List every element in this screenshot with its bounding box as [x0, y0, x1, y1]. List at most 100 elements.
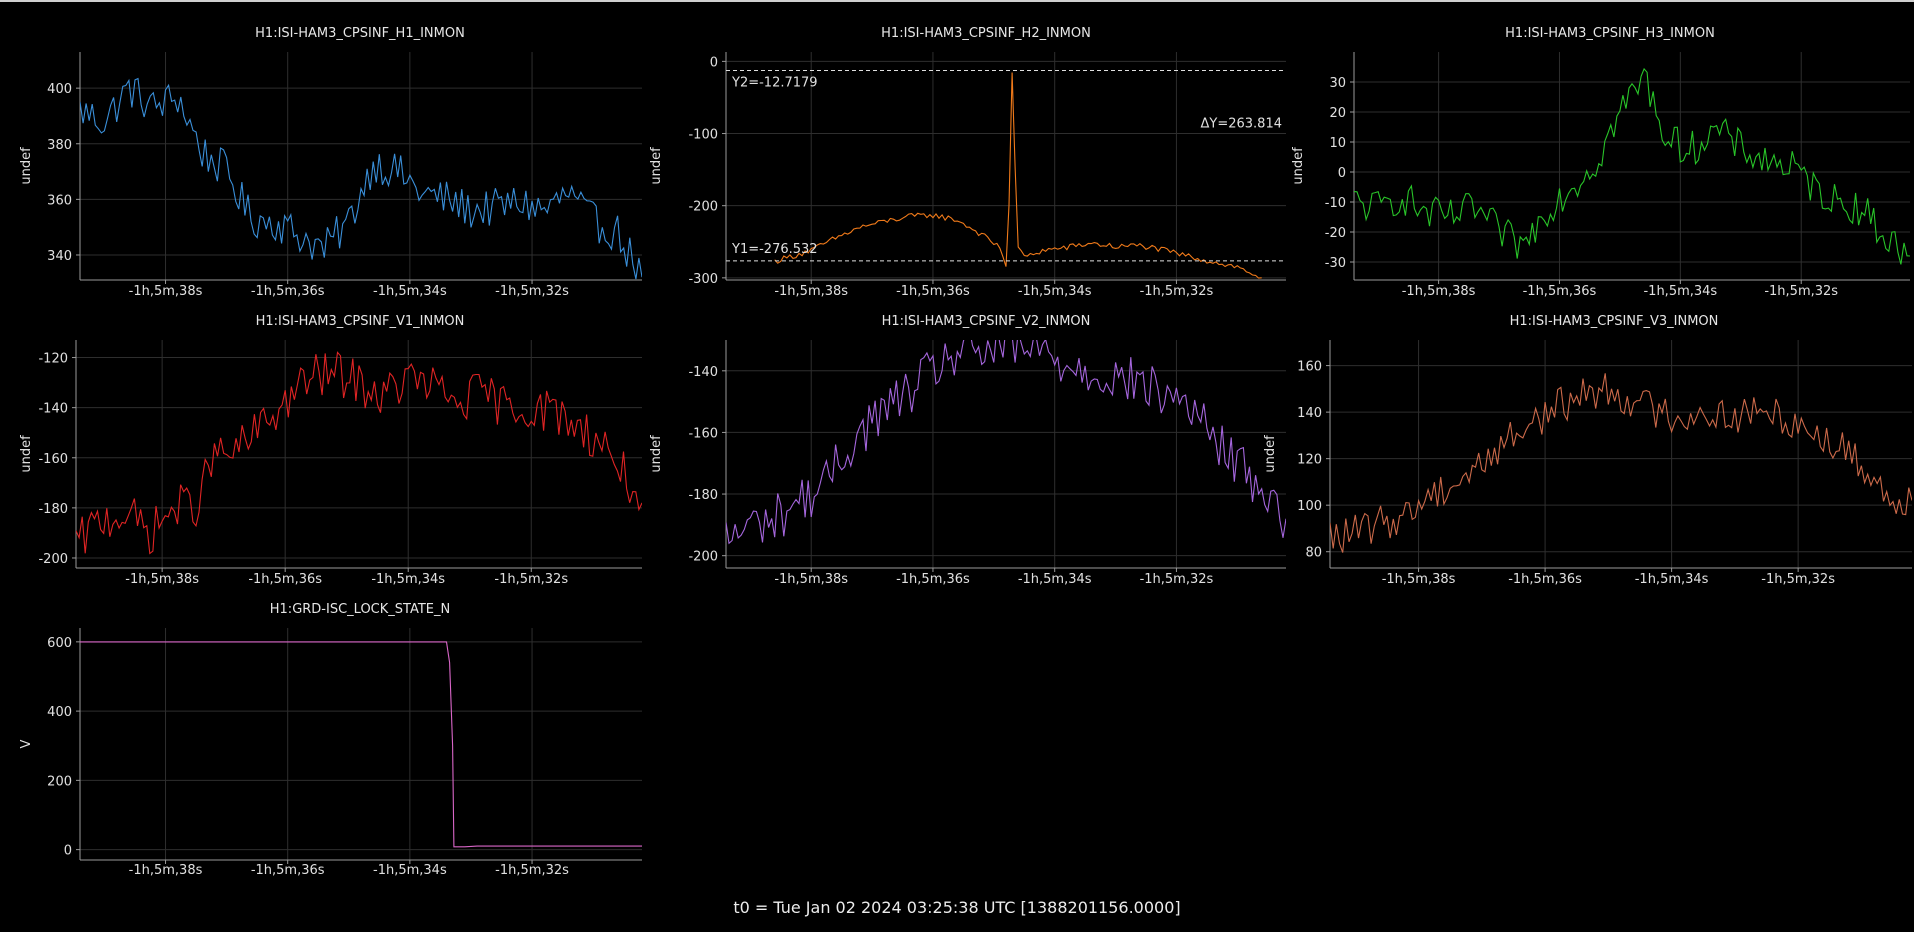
y-tick-label: -160	[688, 426, 718, 441]
x-tick-label: -1h,5m,32s	[1761, 572, 1835, 587]
plot-panel-h1[interactable]: H1:ISI-HAM3_CPSINF_H1_INMONundef 340 360 38…	[0, 20, 642, 299]
plot-panel-v1[interactable]: H1:ISI-HAM3_CPSINF_V1_INMONundef -120 -140…	[0, 308, 642, 587]
y-tick-label: 10	[1329, 136, 1346, 151]
x-tick-label: -1h,5m,34s	[373, 284, 447, 299]
x-tick-label: -1h,5m,34s	[373, 863, 447, 878]
x-tick-label: -1h,5m,32s	[495, 284, 569, 299]
chart-v3: H1:ISI-HAM3_CPSINF_V3_INMONundef 160 140 12…	[1263, 314, 1912, 587]
x-tick-label: -1h,5m,38s	[125, 572, 199, 587]
y-axis-label: V	[19, 739, 34, 748]
y-tick-label: -180	[38, 502, 68, 517]
cursor-label: Y2=-12.7179	[731, 76, 818, 91]
y-tick-label: -10	[1325, 196, 1346, 211]
series-line	[76, 351, 642, 555]
chart-h3: H1:ISI-HAM3_CPSINF_H3_INMONundef 30 20 10 0 -…	[1291, 26, 1910, 299]
y-tick-label: -200	[688, 550, 718, 565]
y-tick-label: 200	[47, 774, 72, 789]
x-tick-label: -1h,5m,36s	[251, 284, 325, 299]
y-tick-label: -200	[38, 552, 68, 567]
x-tick-label: -1h,5m,32s	[1764, 284, 1838, 299]
x-tick-label: -1h,5m,32s	[1140, 572, 1214, 587]
x-tick-label: -1h,5m,36s	[896, 572, 970, 587]
y-tick-label: 0	[64, 844, 72, 859]
x-tick-label: -1h,5m,36s	[251, 863, 325, 878]
y-tick-label: 20	[1329, 106, 1346, 121]
x-tick-label: -1h,5m,34s	[1643, 284, 1717, 299]
x-tick-label: -1h,5m,36s	[1508, 572, 1582, 587]
series-line	[80, 77, 642, 280]
series-line	[774, 72, 1262, 279]
y-tick-label: 30	[1329, 76, 1346, 91]
x-tick-label: -1h,5m,36s	[896, 284, 970, 299]
delta-y-label: ΔY=263.814	[1201, 117, 1283, 132]
y-axis-label: undef	[19, 435, 34, 473]
y-tick-label: 360	[47, 193, 72, 208]
window-top-border	[0, 0, 1914, 2]
chart-title: H1:ISI-HAM3_CPSINF_H2_INMON	[881, 26, 1091, 41]
chart-v1: H1:ISI-HAM3_CPSINF_V1_INMONundef -120 -140…	[19, 314, 642, 587]
y-tick-label: 0	[710, 55, 718, 70]
x-tick-label: -1h,5m,32s	[1140, 284, 1214, 299]
chart-title: H1:ISI-HAM3_CPSINF_V2_INMON	[882, 314, 1091, 329]
chart-h1: H1:ISI-HAM3_CPSINF_H1_INMONundef 340 360 38…	[19, 26, 642, 299]
plot-panel-v3[interactable]: H1:ISI-HAM3_CPSINF_V3_INMONundef 160 140 12…	[1263, 308, 1914, 587]
plot-panel-v2[interactable]: H1:ISI-HAM3_CPSINF_V2_INMONundef -140 -160…	[640, 308, 1286, 587]
x-tick-label: -1h,5m,34s	[1018, 284, 1092, 299]
plot-panel-h3[interactable]: H1:ISI-HAM3_CPSINF_H3_INMON undef 30 20 10 0 -…	[1280, 20, 1914, 299]
chart-lock-state: H1:GRD-ISC_LOCK_STATE_N V 600 400 200 0 -1h,5m…	[19, 602, 642, 878]
y-tick-label: -120	[38, 352, 68, 367]
x-tick-label: -1h,5m,38s	[129, 284, 203, 299]
chart-title: H1:GRD-ISC_LOCK_STATE_N	[270, 602, 450, 617]
series-line	[726, 340, 1286, 545]
y-tick-label: -140	[688, 365, 718, 380]
y-tick-label: 400	[47, 705, 72, 720]
chart-v2: H1:ISI-HAM3_CPSINF_V2_INMONundef -140 -160…	[649, 314, 1286, 587]
y-tick-label: 100	[1297, 499, 1322, 514]
x-tick-label: -1h,5m,38s	[774, 572, 848, 587]
y-tick-label: 80	[1305, 546, 1322, 561]
y-axis-label: undef	[649, 147, 664, 185]
y-tick-label: 140	[1297, 406, 1322, 421]
t0-timestamp: t0 = Tue Jan 02 2024 03:25:38 UTC [13882…	[733, 898, 1181, 917]
chart-title: H1:ISI-HAM3_CPSINF_V3_INMON	[1510, 314, 1719, 329]
x-tick-label: -1h,5m,32s	[494, 572, 568, 587]
series-line	[1330, 373, 1912, 553]
x-tick-label: -1h,5m,36s	[248, 572, 322, 587]
y-tick-label: 600	[47, 636, 72, 651]
y-tick-label: -100	[688, 128, 718, 143]
plot-panel-h2[interactable]: H1:ISI-HAM3_CPSINF_H2_INMONundef 0 -100 -20…	[640, 20, 1286, 299]
x-tick-label: -1h,5m,34s	[1018, 572, 1092, 587]
x-tick-label: -1h,5m,36s	[1523, 284, 1597, 299]
y-tick-label: 120	[1297, 453, 1322, 468]
y-tick-label: -20	[1325, 226, 1346, 241]
plot-panel-lock-state[interactable]: H1:GRD-ISC_LOCK_STATE_N V 600 400 200 0 -1h,5m…	[0, 596, 642, 878]
x-tick-label: -1h,5m,38s	[129, 863, 203, 878]
x-tick-label: -1h,5m,34s	[371, 572, 445, 587]
y-tick-label: -300	[688, 272, 718, 287]
x-tick-label: -1h,5m,34s	[1635, 572, 1709, 587]
y-tick-label: -200	[688, 200, 718, 215]
y-axis-label: undef	[19, 147, 34, 185]
x-tick-label: -1h,5m,38s	[1402, 284, 1476, 299]
chart-title: H1:ISI-HAM3_CPSINF_V1_INMON	[256, 314, 465, 329]
y-tick-label: 160	[1297, 360, 1322, 375]
y-tick-label: -140	[38, 402, 68, 417]
y-tick-label: -180	[688, 488, 718, 503]
x-tick-label: -1h,5m,32s	[495, 863, 569, 878]
series-line	[80, 641, 642, 848]
y-tick-label: 400	[47, 82, 72, 97]
y-tick-label: -160	[38, 452, 68, 467]
y-tick-label: -30	[1325, 256, 1346, 271]
y-axis-label: undef	[1291, 147, 1306, 185]
cursor-label: Y1=-276.532	[731, 242, 818, 257]
y-tick-label: 340	[47, 249, 72, 264]
y-tick-label: 380	[47, 138, 72, 153]
series-line	[1354, 67, 1910, 265]
x-tick-label: -1h,5m,38s	[774, 284, 848, 299]
y-axis-label: undef	[1263, 435, 1278, 473]
chart-title: H1:ISI-HAM3_CPSINF_H1_INMON	[255, 26, 465, 41]
chart-h2: H1:ISI-HAM3_CPSINF_H2_INMONundef 0 -100 -20…	[649, 26, 1286, 299]
y-tick-label: 0	[1338, 166, 1346, 181]
y-axis-label: undef	[649, 435, 664, 473]
x-tick-label: -1h,5m,38s	[1382, 572, 1456, 587]
